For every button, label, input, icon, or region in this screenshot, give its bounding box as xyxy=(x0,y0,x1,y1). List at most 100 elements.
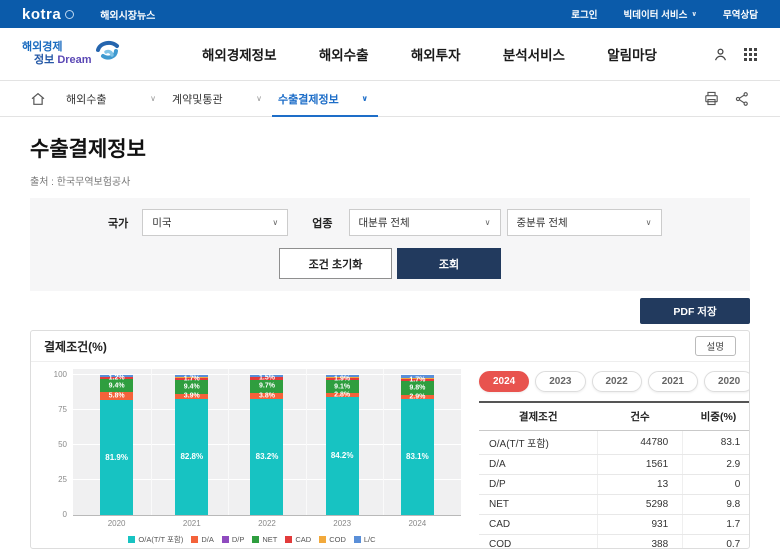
legend-label: COD xyxy=(329,535,346,544)
kotra-logo[interactable]: kotra xyxy=(22,6,74,23)
cell-ratio: 0.7 xyxy=(683,535,750,549)
page-title: 수출결제정보 xyxy=(30,133,750,163)
x-axis-label: 2021 xyxy=(175,519,208,528)
tab-2024[interactable]: 2024 xyxy=(479,371,529,392)
table-row: NET52989.8 xyxy=(479,495,750,515)
bar-2023: 1.9%9.1%2.8%84.2% xyxy=(326,375,359,515)
nav-item-해외투자[interactable]: 해외투자 xyxy=(411,44,461,64)
bar-segment-value: 3.9% xyxy=(169,393,214,400)
data-source-text: 출처 : 한국무역보험공사 xyxy=(30,173,750,188)
breadcrumb-dropdown-계약및통관[interactable]: 계약및통관∨ xyxy=(166,81,272,116)
gridline-vertical xyxy=(228,369,229,515)
cell-ratio: 83.1 xyxy=(683,431,750,455)
industry-sub-select[interactable]: 중분류 전체∨ xyxy=(507,209,662,236)
nav-item-알림마당[interactable]: 알림마당 xyxy=(607,44,657,64)
country-select[interactable]: 미국∨ xyxy=(142,209,288,236)
bar-segment-O/A(T/T 포함): 82.8% xyxy=(175,399,208,515)
legend-swatch xyxy=(354,536,361,543)
cell-count: 44780 xyxy=(597,431,682,455)
bar-segment-D/A: 2.8% xyxy=(326,393,359,397)
legend-item-COD: COD xyxy=(319,535,346,544)
utility-link-1[interactable]: 빅데이터 서비스∨ xyxy=(624,7,698,21)
nav-menu: 해외경제정보 해외수출 해외투자 분석서비스 알림마당 xyxy=(172,44,712,64)
cell-term: COD xyxy=(479,535,597,549)
all-menu-grid-icon[interactable] xyxy=(743,47,758,62)
breadcrumb-label: 계약및통관 xyxy=(172,91,223,107)
table-row: D/P130 xyxy=(479,475,750,495)
cell-count: 388 xyxy=(597,535,682,549)
bar-segment-value: 1.2% xyxy=(94,375,139,382)
logo-line1: 해외경제 xyxy=(22,41,92,54)
nav-item-분석서비스[interactable]: 분석서비스 xyxy=(503,44,565,64)
bar-segment-value: 9.4% xyxy=(94,382,139,389)
explanation-button[interactable]: 설명 xyxy=(695,336,736,356)
utility-link-2[interactable]: 무역상담 xyxy=(723,7,758,21)
industry-major-select[interactable]: 대분류 전체∨ xyxy=(349,209,501,236)
bar-segment-value: 3.8% xyxy=(244,392,289,399)
tab-2021[interactable]: 2021 xyxy=(648,371,698,392)
bar-segment-D/A: 3.9% xyxy=(175,394,208,399)
cell-term: D/A xyxy=(479,455,597,475)
table-row: D/A15612.9 xyxy=(479,455,750,475)
tab-2020[interactable]: 2020 xyxy=(704,371,750,392)
print-icon[interactable] xyxy=(703,90,720,107)
cell-ratio: 9.8 xyxy=(683,495,750,515)
cell-term: D/P xyxy=(479,475,597,495)
tab-2022[interactable]: 2022 xyxy=(592,371,642,392)
utility-link-0[interactable]: 로그인 xyxy=(571,7,597,21)
reset-conditions-button[interactable]: 조건 초기화 xyxy=(279,248,392,279)
chart-legend: O/A(T/T 포함)D/AD/PNETCADCODL/C xyxy=(43,534,461,545)
bar-2021: 1.7%9.4%3.9%82.8% xyxy=(175,375,208,515)
user-login-icon[interactable] xyxy=(712,46,729,63)
bar-segment-value: 9.8% xyxy=(395,384,440,391)
y-axis-tick: 75 xyxy=(43,405,67,414)
stacked-bar-chart: 02550751001.2%9.4%5.8%81.9%1.7%9.4%3.9%8… xyxy=(43,369,461,549)
x-axis-label: 2024 xyxy=(401,519,434,528)
bar-2020: 1.2%9.4%5.8%81.9% xyxy=(100,375,133,515)
share-icon[interactable] xyxy=(734,91,750,107)
nav-item-해외경제정보[interactable]: 해외경제정보 xyxy=(202,44,277,64)
bar-segment-value: 9.1% xyxy=(320,383,365,390)
legend-swatch xyxy=(319,536,326,543)
breadcrumb-bar: 해외수출∨계약및통관∨수출결제정보∨ xyxy=(0,80,780,117)
utility-link-label: 무역상담 xyxy=(723,7,758,21)
legend-label: D/P xyxy=(232,535,245,544)
utility-bar: kotra 해외시장뉴스 로그인 빅데이터 서비스∨ 무역상담 xyxy=(0,0,780,28)
logo-line2: 정보 xyxy=(34,54,54,66)
legend-label: D/A xyxy=(201,535,214,544)
site-logo[interactable]: 해외경제 정보 Dream xyxy=(22,39,172,70)
payment-terms-card: 결제조건(%) 설명 02550751001.2%9.4%5.8%81.9%1.… xyxy=(30,330,750,549)
bar-segment-value: 81.9% xyxy=(94,454,139,462)
breadcrumb: 해외수출∨계약및통관∨수출결제정보∨ xyxy=(60,81,378,116)
bar-segment-value: 83.1% xyxy=(395,453,440,461)
bar-segment-CAD: 1.7% xyxy=(175,378,208,380)
industry-label: 업종 xyxy=(312,215,332,231)
bar-segment-D/A: 5.8% xyxy=(100,392,133,400)
x-axis-label: 2023 xyxy=(326,519,359,528)
breadcrumb-dropdown-수출결제정보[interactable]: 수출결제정보∨ xyxy=(272,81,378,116)
chevron-down-icon: ∨ xyxy=(272,218,278,227)
search-button[interactable]: 조회 xyxy=(397,248,501,279)
home-icon[interactable] xyxy=(30,81,46,116)
pdf-save-button[interactable]: PDF 저장 xyxy=(640,298,750,324)
cell-ratio: 0 xyxy=(683,475,750,495)
table-header-건수: 건수 xyxy=(597,402,682,431)
cell-count: 5298 xyxy=(597,495,682,515)
overseas-market-news-link[interactable]: 해외시장뉴스 xyxy=(100,7,155,22)
legend-item-L/C: L/C xyxy=(354,535,376,544)
utility-link-label: 로그인 xyxy=(571,7,597,21)
country-label: 국가 xyxy=(108,215,128,231)
nav-item-해외수출[interactable]: 해외수출 xyxy=(319,44,369,64)
cell-count: 13 xyxy=(597,475,682,495)
cell-term: O/A(T/T 포함) xyxy=(479,431,597,455)
bar-2022: 1.5%9.7%3.8%83.2% xyxy=(250,375,283,515)
table-header-결제조건: 결제조건 xyxy=(479,402,597,431)
legend-item-O/A(T/T 포함): O/A(T/T 포함) xyxy=(128,534,183,545)
bar-segment-O/A(T/T 포함): 84.2% xyxy=(326,397,359,515)
payment-terms-table: 결제조건건수비중(%) O/A(T/T 포함)4478083.1D/A15612… xyxy=(479,401,750,549)
filter-panel: 국가 미국∨ 업종 대분류 전체∨ 중분류 전체∨ 조건 초기화 조회 xyxy=(30,198,750,291)
tab-2023[interactable]: 2023 xyxy=(535,371,585,392)
breadcrumb-dropdown-해외수출[interactable]: 해외수출∨ xyxy=(60,81,166,116)
cell-term: CAD xyxy=(479,515,597,535)
gridline-vertical xyxy=(306,369,307,515)
